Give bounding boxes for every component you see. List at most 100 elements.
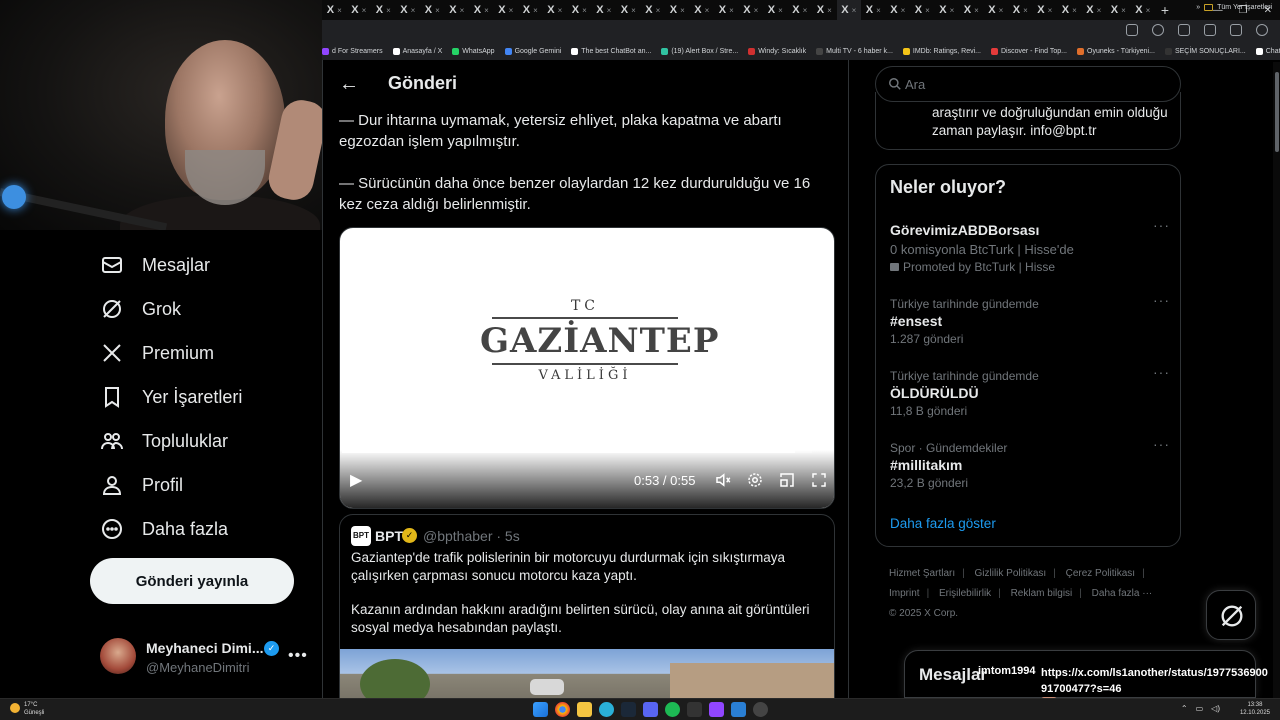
browser-tab[interactable]: X × — [592, 0, 617, 20]
network-icon[interactable]: ▭ — [1196, 704, 1204, 713]
browser-tab[interactable]: X × — [690, 0, 715, 20]
tab-close-icon[interactable]: × — [411, 6, 416, 15]
tab-close-icon[interactable]: × — [925, 6, 930, 15]
footer-link[interactable]: Imprint — [889, 588, 920, 599]
footer-link[interactable]: Daha fazla ··· — [1092, 588, 1153, 599]
account-switcher[interactable]: Meyhaneci Dimi... ✓ @MeyhaneDimitri ••• — [100, 632, 310, 682]
browser-tab[interactable]: X × — [567, 0, 592, 20]
video-progress-bar[interactable] — [342, 450, 812, 453]
obs-icon[interactable] — [753, 702, 768, 717]
tab-close-icon[interactable]: × — [999, 6, 1004, 15]
video-player[interactable]: TC GAZİANTEP VALİLİĞİ ▶ 0:53 / 0:55 — [339, 227, 835, 509]
zoom-icon[interactable] — [1152, 24, 1164, 36]
trend-more-icon[interactable]: ··· — [1153, 436, 1170, 452]
bookmark-item[interactable]: IMDb: Ratings, Revi... — [902, 47, 981, 55]
steam-icon[interactable] — [621, 702, 636, 717]
browser-tab[interactable]: X × — [959, 0, 984, 20]
new-tab-button[interactable]: + — [1155, 2, 1175, 18]
browser-tab[interactable]: X × — [665, 0, 690, 20]
bookmark-item[interactable]: (19) Alert Box / Stre... — [661, 47, 738, 55]
tab-close-icon[interactable]: × — [1121, 6, 1126, 15]
browser-tab[interactable]: X × — [788, 0, 813, 20]
nav-profile[interactable]: Profil — [100, 465, 183, 505]
search-box[interactable]: Ara — [875, 66, 1181, 102]
tab-close-icon[interactable]: × — [1048, 6, 1053, 15]
footer-link[interactable]: Hizmet Şartları — [889, 568, 955, 579]
browser-tab[interactable]: X × — [543, 0, 568, 20]
bookmark-item[interactable]: d For Streamers — [322, 47, 383, 55]
nav-bookmarks[interactable]: Yer İşaretleri — [100, 377, 242, 417]
nav-messages[interactable]: Mesajlar — [100, 245, 210, 285]
browser-tab[interactable]: X × — [886, 0, 911, 20]
tab-close-icon[interactable]: × — [533, 6, 538, 15]
post-button[interactable]: Gönderi yayınla — [90, 558, 294, 604]
bookmark-item[interactable]: The best ChatBot an... — [571, 47, 651, 55]
browser-tab[interactable]: X × — [420, 0, 445, 20]
browser-tab[interactable]: X × — [935, 0, 960, 20]
back-arrow-icon[interactable]: ← — [337, 72, 361, 96]
browser-tab[interactable]: X × — [641, 0, 666, 20]
volume-tray-icon[interactable]: ◁) — [1211, 704, 1220, 713]
tab-close-icon[interactable]: × — [558, 6, 563, 15]
all-bookmarks-button[interactable]: » Tüm Yer İşaretleri — [1196, 4, 1272, 11]
nav-premium[interactable]: Premium — [100, 333, 214, 373]
quoted-tweet[interactable]: BPT BPT ✓ @bpthaber · 5s Gaziantep'de tr… — [339, 514, 835, 698]
tab-close-icon[interactable]: × — [1146, 6, 1151, 15]
browser-tab[interactable]: X × — [910, 0, 935, 20]
fullscreen-icon[interactable] — [810, 471, 828, 489]
chrome-icon[interactable] — [555, 702, 570, 717]
browser-tab[interactable]: X × — [763, 0, 788, 20]
tab-close-icon[interactable]: × — [803, 6, 808, 15]
bookmark-star-icon[interactable] — [1178, 24, 1190, 36]
tab-close-icon[interactable]: × — [705, 6, 710, 15]
browser-tab[interactable]: X × — [1033, 0, 1058, 20]
tab-close-icon[interactable]: × — [435, 6, 440, 15]
bookmark-item[interactable]: Oyuneks - Türkiyeni... — [1077, 47, 1155, 55]
nav-more[interactable]: Daha fazla — [100, 509, 228, 549]
browser-tab[interactable]: X × — [836, 0, 861, 20]
scrollbar-thumb[interactable] — [1275, 72, 1279, 152]
bookmark-item[interactable]: SEÇİM SONUÇLARI... — [1164, 47, 1246, 55]
promoted-trend[interactable]: GörevimizABDBorsası 0 komisyonla BtcTurk… — [890, 217, 1170, 275]
app-icon[interactable] — [687, 702, 702, 717]
trend-more-icon[interactable]: ··· — [1153, 364, 1170, 380]
profile-icon[interactable] — [1256, 24, 1268, 36]
play-icon[interactable]: ▶ — [350, 470, 368, 490]
tab-close-icon[interactable]: × — [729, 6, 734, 15]
tab-close-icon[interactable]: × — [852, 6, 857, 15]
tab-close-icon[interactable]: × — [1097, 6, 1102, 15]
edge-icon[interactable] — [599, 702, 614, 717]
bookmark-item[interactable]: ChatGPT — [1255, 47, 1280, 55]
tab-close-icon[interactable]: × — [607, 6, 612, 15]
browser-tab[interactable]: X × — [494, 0, 519, 20]
tab-close-icon[interactable]: × — [484, 6, 489, 15]
tab-close-icon[interactable]: × — [582, 6, 587, 15]
tab-close-icon[interactable]: × — [1023, 6, 1028, 15]
tab-close-icon[interactable]: × — [337, 6, 342, 15]
taskbar-clock[interactable]: 13:38 12.10.2025 — [1240, 701, 1270, 717]
browser-tab[interactable]: X × — [1082, 0, 1107, 20]
browser-tab[interactable]: X × — [396, 0, 421, 20]
browser-tab[interactable]: X × — [518, 0, 543, 20]
tab-close-icon[interactable]: × — [1072, 6, 1077, 15]
trend-more-icon[interactable]: ··· — [1153, 292, 1170, 308]
trend-item[interactable]: Türkiye tarihinde gündemde ÖLDÜRÜLDÜ 11,… — [890, 364, 1170, 419]
footer-link[interactable]: Erişilebilirlik — [939, 588, 991, 599]
browser-tab[interactable]: X × — [371, 0, 396, 20]
nav-grok[interactable]: Grok — [100, 289, 181, 329]
tab-close-icon[interactable]: × — [974, 6, 979, 15]
browser-tab[interactable]: X × — [1106, 0, 1131, 20]
cast-icon[interactable] — [1126, 24, 1138, 36]
browser-tab[interactable]: X × — [714, 0, 739, 20]
tab-close-icon[interactable]: × — [386, 6, 391, 15]
tab-close-icon[interactable]: × — [950, 6, 955, 15]
tab-close-icon[interactable]: × — [460, 6, 465, 15]
picture-in-picture-icon[interactable] — [778, 471, 796, 489]
more-icon[interactable]: ••• — [288, 647, 308, 665]
tab-close-icon[interactable]: × — [901, 6, 906, 15]
grok-floating-button[interactable] — [1206, 590, 1256, 640]
tab-close-icon[interactable]: × — [656, 6, 661, 15]
nav-communities[interactable]: Topluluklar — [100, 421, 228, 461]
page-scrollbar[interactable] — [1273, 62, 1280, 698]
app-icon[interactable] — [731, 702, 746, 717]
